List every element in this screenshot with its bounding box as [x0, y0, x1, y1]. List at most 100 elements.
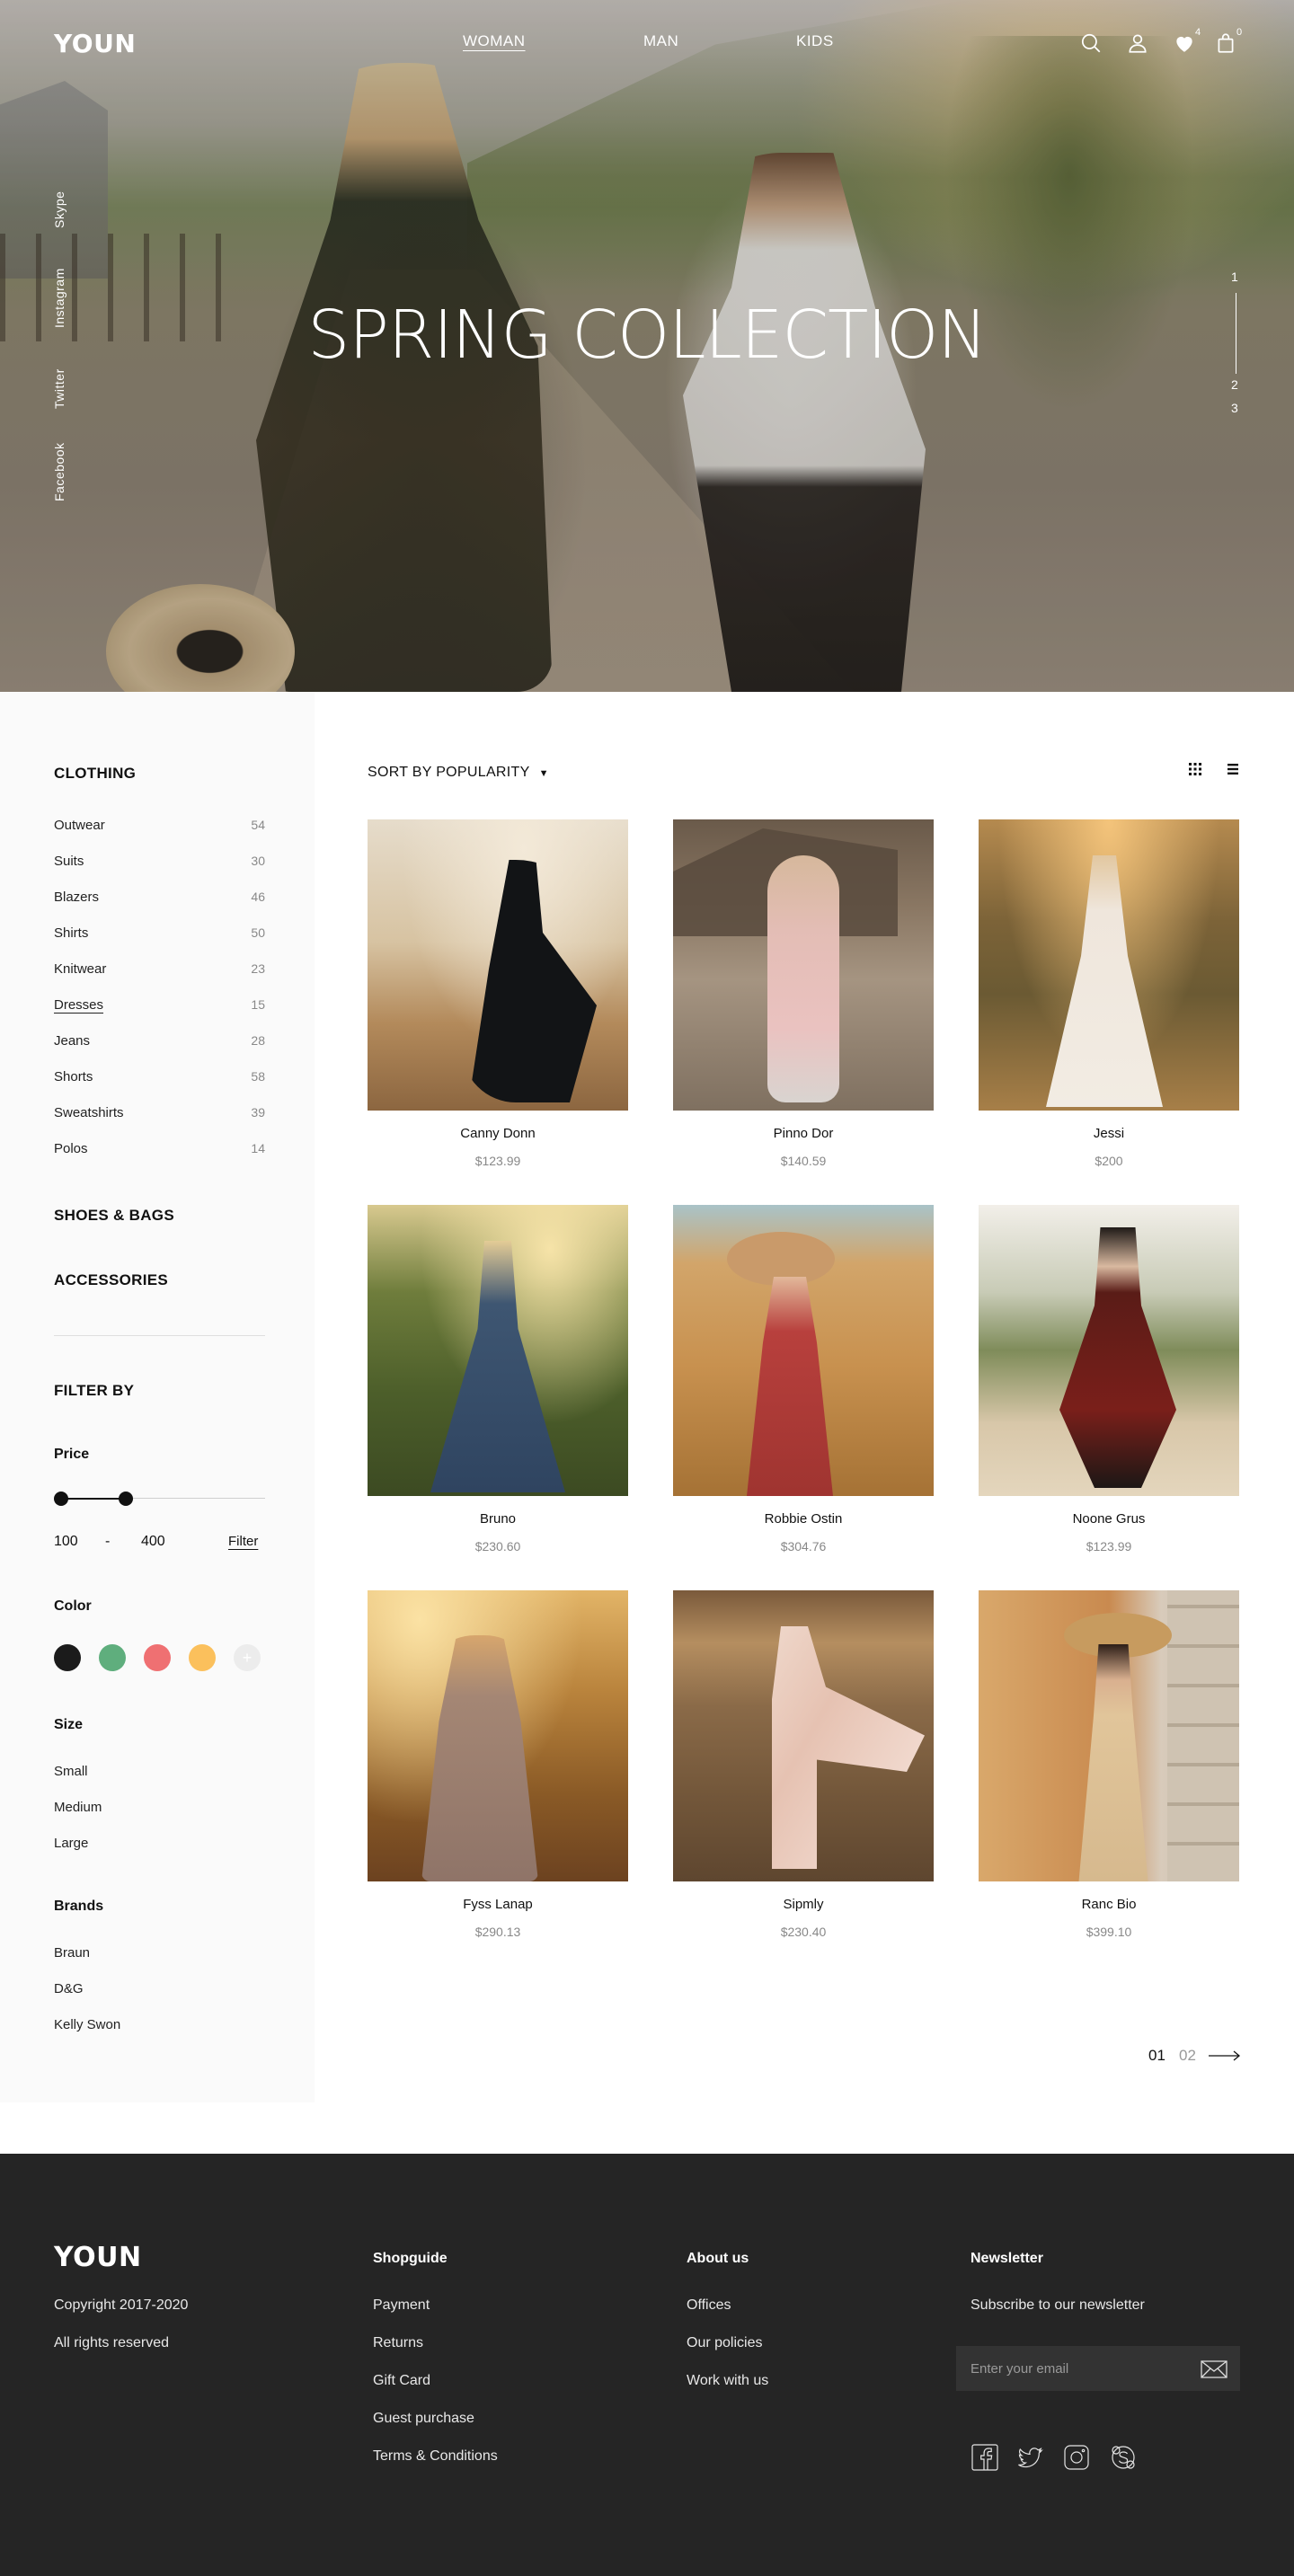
price-max-value[interactable]: 400 [141, 1534, 165, 1550]
product-name[interactable]: Noone Grus [979, 1511, 1239, 1527]
brand-option-braun[interactable]: Braun [54, 1945, 90, 1961]
sidebar-item-shirts[interactable]: Shirts 50 [54, 925, 265, 945]
page-link-02[interactable]: 02 [1179, 2047, 1196, 2065]
size-filter-label: Size [54, 1717, 84, 1732]
product-image[interactable] [368, 1205, 628, 1496]
sidebar-item-shorts[interactable]: Shorts 58 [54, 1069, 265, 1089]
product-image[interactable] [368, 1590, 628, 1881]
nav-item-woman[interactable]: WOMAN [463, 32, 526, 50]
apply-filter-link[interactable]: Filter [228, 1534, 258, 1549]
product-image[interactable] [979, 819, 1239, 1111]
product-card[interactable]: Canny Donn $123.99 [368, 819, 628, 1170]
product-image[interactable] [979, 1590, 1239, 1881]
sidebar-item-sweatshirts[interactable]: Sweatshirts 39 [54, 1105, 265, 1125]
sidebar-item-polos[interactable]: Polos 14 [54, 1141, 265, 1161]
footer-link-terms[interactable]: Terms & Conditions [373, 2448, 498, 2465]
slide-dot-1[interactable]: 1 [1231, 270, 1238, 284]
sidebar-item-count: 39 [251, 1105, 265, 1120]
wishlist-count: 4 [1195, 27, 1201, 38]
sidebar-item-suits[interactable]: Suits 30 [54, 854, 265, 873]
grid-icon[interactable] [1188, 762, 1206, 780]
product-image[interactable] [673, 819, 934, 1111]
color-swatch-black[interactable] [54, 1644, 81, 1671]
search-icon[interactable] [1078, 29, 1103, 58]
sidebar-item-dresses[interactable]: Dresses 15 [54, 997, 265, 1017]
footer-link-guest-purchase[interactable]: Guest purchase [373, 2411, 474, 2427]
arrow-right-icon[interactable] [1209, 2049, 1241, 2063]
color-swatch-green[interactable] [99, 1644, 126, 1671]
header-actions: 4 0 [1078, 27, 1242, 58]
product-name[interactable]: Bruno [368, 1511, 628, 1527]
product-image[interactable] [368, 819, 628, 1111]
product-card[interactable]: Pinno Dor $140.59 [673, 819, 934, 1170]
social-link-twitter[interactable]: Twitter [52, 368, 66, 409]
social-link-facebook[interactable]: Facebook [52, 443, 66, 501]
product-card[interactable]: Bruno $230.60 [368, 1205, 628, 1555]
slide-dot-3[interactable]: 3 [1231, 401, 1238, 415]
product-name[interactable]: Jessi [979, 1126, 1239, 1141]
instagram-icon[interactable] [1062, 2443, 1091, 2472]
sort-dropdown[interactable]: SORT BY POPULARITY ▼ [368, 765, 549, 781]
footer-link-policies[interactable]: Our policies [687, 2335, 762, 2351]
slide-dot-2[interactable]: 2 [1231, 377, 1238, 392]
bag-icon[interactable]: 0 [1213, 27, 1242, 58]
price-min-value[interactable]: 100 [54, 1534, 78, 1550]
product-name[interactable]: Ranc Bio [979, 1897, 1239, 1912]
footer-logo[interactable]: YOUN [54, 2242, 142, 2273]
footer-link-offices[interactable]: Offices [687, 2297, 731, 2314]
product-card[interactable]: Fyss Lanap $290.13 [368, 1590, 628, 1941]
sidebar-item-outwear[interactable]: Outwear 54 [54, 818, 265, 837]
list-icon[interactable] [1226, 762, 1244, 780]
user-icon[interactable] [1125, 29, 1150, 58]
color-swatch-pink[interactable] [144, 1644, 171, 1671]
skype-icon[interactable] [1109, 2443, 1138, 2472]
product-image[interactable] [673, 1205, 934, 1496]
size-option-medium[interactable]: Medium [54, 1800, 102, 1815]
product-name[interactable]: Fyss Lanap [368, 1897, 628, 1912]
caret-down-icon: ▼ [538, 768, 549, 779]
envelope-icon[interactable] [1201, 2359, 1228, 2379]
newsletter-email-input[interactable] [970, 2359, 1186, 2378]
product-card[interactable]: Sipmly $230.40 [673, 1590, 934, 1941]
product-card[interactable]: Noone Grus $123.99 [979, 1205, 1239, 1555]
twitter-icon[interactable] [1015, 2443, 1044, 2472]
heart-icon[interactable]: 4 [1172, 27, 1201, 58]
price-min-handle[interactable] [54, 1492, 68, 1506]
facebook-icon[interactable] [970, 2443, 999, 2472]
social-link-skype[interactable]: Skype [52, 191, 66, 228]
product-image[interactable] [979, 1205, 1239, 1496]
product-name[interactable]: Canny Donn [368, 1126, 628, 1141]
category-heading-clothing[interactable]: CLOTHING [54, 765, 136, 783]
product-name[interactable]: Sipmly [673, 1897, 934, 1912]
product-name[interactable]: Robbie Ostin [673, 1511, 934, 1527]
about-heading: About us [687, 2251, 749, 2266]
social-link-instagram[interactable]: Instagram [52, 268, 66, 328]
footer-link-returns[interactable]: Returns [373, 2335, 423, 2351]
plus-icon[interactable]: + [234, 1644, 261, 1671]
size-option-small[interactable]: Small [54, 1764, 88, 1779]
category-heading-accessories[interactable]: ACCESSORIES [54, 1271, 168, 1289]
sidebar-item-knitwear[interactable]: Knitwear 23 [54, 961, 265, 981]
size-option-large[interactable]: Large [54, 1836, 88, 1851]
brand-option-dg[interactable]: D&G [54, 1981, 84, 1996]
color-swatch-yellow[interactable] [189, 1644, 216, 1671]
brand-option-kelly-swon[interactable]: Kelly Swon [54, 2017, 120, 2032]
product-name[interactable]: Pinno Dor [673, 1126, 934, 1141]
product-card[interactable]: Ranc Bio $399.10 [979, 1590, 1239, 1941]
sidebar-item-blazers[interactable]: Blazers 46 [54, 890, 265, 909]
product-price: $230.40 [780, 1925, 827, 1939]
product-card[interactable]: Robbie Ostin $304.76 [673, 1205, 934, 1555]
sidebar-item-count: 23 [251, 961, 265, 976]
footer-link-gift-card[interactable]: Gift Card [373, 2373, 430, 2389]
page-link-01[interactable]: 01 [1148, 2047, 1165, 2065]
product-price: $123.99 [1086, 1539, 1132, 1554]
category-heading-shoes-bags[interactable]: SHOES & BAGS [54, 1207, 174, 1225]
footer-link-work-with-us[interactable]: Work with us [687, 2373, 768, 2389]
nav-item-man[interactable]: MAN [643, 32, 678, 50]
sidebar-item-jeans[interactable]: Jeans 28 [54, 1033, 265, 1053]
nav-item-kids[interactable]: KIDS [796, 32, 834, 50]
product-card[interactable]: Jessi $200 [979, 819, 1239, 1170]
product-image[interactable] [673, 1590, 934, 1881]
price-max-handle[interactable] [119, 1492, 133, 1506]
footer-link-payment[interactable]: Payment [373, 2297, 430, 2314]
